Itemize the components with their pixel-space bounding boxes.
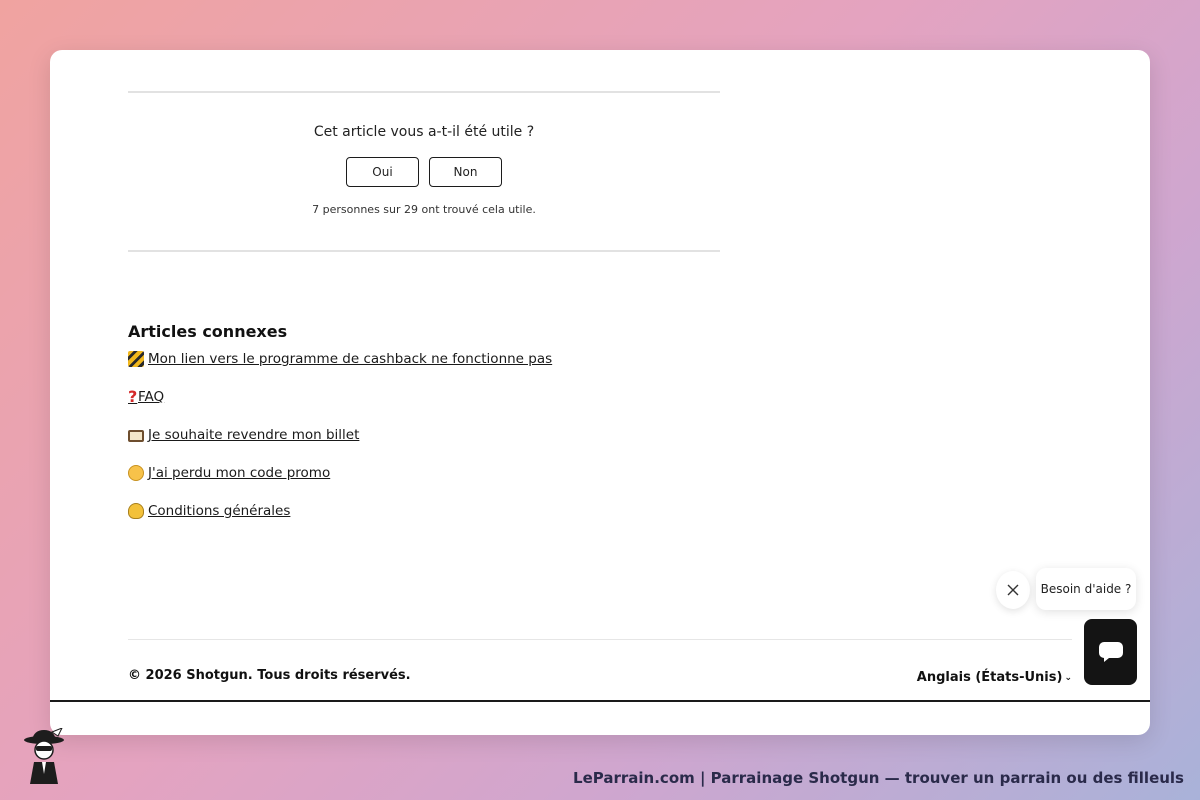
related-article-link-promo[interactable]: J'ai perdu mon code promo (128, 465, 330, 481)
related-article-link-faq[interactable]: ? FAQ (128, 387, 165, 406)
footer-bottom-bar (50, 700, 1150, 702)
help-bubble[interactable]: Besoin d'aide ? (1036, 568, 1136, 610)
language-selector[interactable]: Anglais (États-Unis) ⌄ (917, 670, 1072, 685)
feedback-stats: 7 personnes sur 29 ont trouvé cela utile… (312, 203, 536, 216)
footer-copyright: © 2026 Shotgun. Tous droits réservés. (128, 668, 411, 683)
footer-divider (128, 639, 1072, 640)
article-page-card: Cet article vous a-t-il été utile ? Oui … (50, 50, 1150, 735)
construction-barrier-icon (128, 351, 144, 367)
site-caption: LeParrain.com | Parrainage Shotgun — tro… (573, 769, 1184, 787)
related-article-label: Je souhaite revendre mon billet (148, 427, 360, 443)
related-article-label: Conditions générales (148, 503, 291, 519)
related-article-label: FAQ (138, 389, 165, 405)
related-article-label: Mon lien vers le programme de cashback n… (148, 351, 553, 367)
related-article-item: Mon lien vers le programme de cashback n… (128, 351, 552, 389)
chat-icon (1098, 642, 1123, 662)
related-article-item: J'ai perdu mon code promo (128, 465, 552, 503)
related-articles-title: Articles connexes (128, 322, 288, 341)
close-icon (1007, 584, 1019, 596)
chevron-down-icon: ⌄ (1064, 672, 1072, 683)
divider-middle (128, 250, 720, 252)
feedback-question: Cet article vous a-t-il été utile ? (313, 124, 535, 140)
yellow-heart-icon (128, 503, 144, 519)
mascot-logo-icon (24, 728, 64, 784)
divider-top (128, 91, 720, 93)
related-article-link-terms[interactable]: Conditions générales (128, 503, 290, 519)
related-article-label: J'ai perdu mon code promo (148, 465, 331, 481)
related-article-item: Je souhaite revendre mon billet (128, 427, 552, 465)
related-article-item: Conditions générales (128, 503, 552, 541)
thinking-face-icon (128, 465, 144, 481)
help-close-button[interactable] (996, 571, 1030, 609)
chat-launcher-button[interactable] (1084, 619, 1137, 685)
red-question-mark-icon: ? (128, 387, 138, 406)
related-articles-list: Mon lien vers le programme de cashback n… (128, 351, 552, 541)
related-article-item: ? FAQ (128, 389, 552, 427)
related-article-link-resell[interactable]: Je souhaite revendre mon billet (128, 427, 359, 443)
ticket-icon (128, 430, 144, 442)
vote-yes-button[interactable]: Oui (346, 157, 419, 187)
language-label: Anglais (États-Unis) (916, 670, 1063, 685)
related-article-link-cashback[interactable]: Mon lien vers le programme de cashback n… (128, 351, 552, 367)
vote-no-button[interactable]: Non (429, 157, 502, 187)
